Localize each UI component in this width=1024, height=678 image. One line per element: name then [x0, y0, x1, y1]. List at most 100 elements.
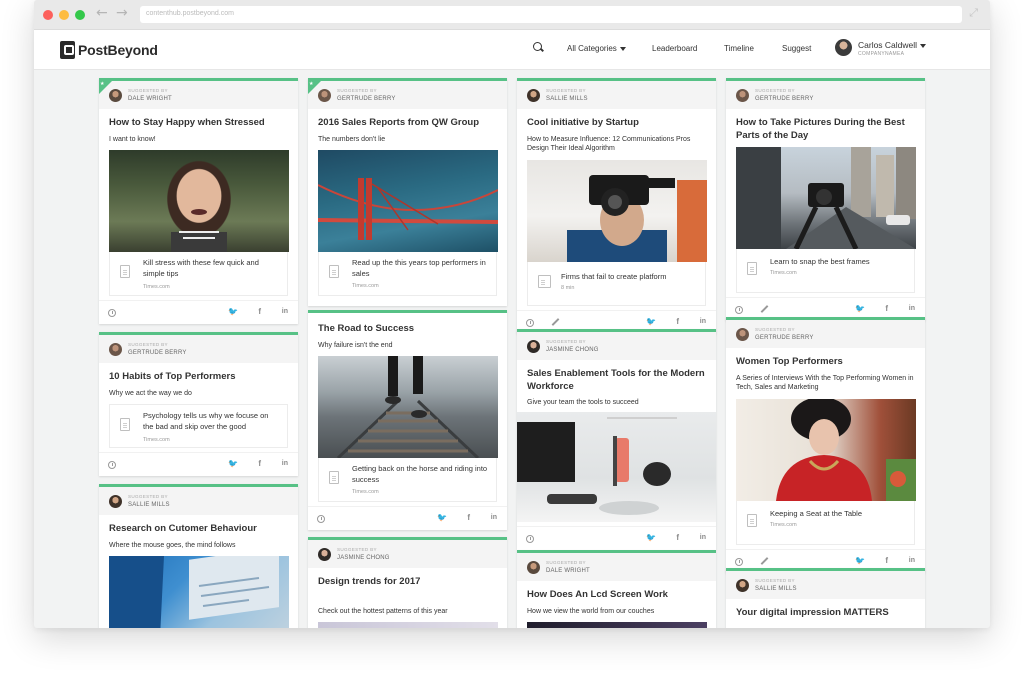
linkedin-icon[interactable]: in: [282, 460, 288, 467]
content-card[interactable]: SUGGESTED BY JASMINE CHONG Design trends…: [308, 537, 507, 628]
card-header: SUGGESTED BY GERTRUDE BERRY: [726, 81, 925, 109]
edit-pencil-icon[interactable]: [551, 317, 560, 326]
card-image[interactable]: [527, 159, 707, 262]
content-card[interactable]: SUGGESTED BY SALLIE MILLS Research on Cu…: [99, 484, 298, 628]
link-title: Kill stress with these few quick and sim…: [143, 258, 259, 278]
facebook-icon[interactable]: f: [885, 556, 888, 565]
twitter-icon[interactable]: 🐦: [228, 459, 238, 468]
schedule-clock-icon[interactable]: [108, 309, 116, 317]
twitter-icon[interactable]: 🐦: [646, 317, 656, 326]
twitter-icon[interactable]: 🐦: [437, 513, 447, 522]
address-bar[interactable]: contenthub.postbeyond.com: [140, 6, 962, 23]
content-card[interactable]: SUGGESTED BY GERTRUDE BERRY 2016 Sales R…: [308, 78, 507, 306]
content-card[interactable]: SUGGESTED BY GERTRUDE BERRY 10 Habits of…: [99, 332, 298, 476]
author-name: GERTRUDE BERRY: [128, 350, 187, 356]
link-title: Read up the this years top performers in…: [352, 258, 486, 278]
schedule-clock-icon[interactable]: [526, 318, 534, 327]
edit-pencil-icon[interactable]: [760, 556, 769, 565]
nav-leaderboard[interactable]: Leaderboard: [652, 44, 697, 53]
twitter-icon[interactable]: 🐦: [646, 533, 656, 542]
card-title[interactable]: How Does An Lcd Screen Work: [527, 589, 706, 602]
content-card[interactable]: SUGGESTED BY GERTRUDE BERRY How to Take …: [726, 78, 925, 321]
schedule-clock-icon[interactable]: [526, 534, 534, 543]
link-preview[interactable]: Psychology tells us why we focuse on the…: [109, 404, 288, 448]
schedule-clock-icon[interactable]: [108, 461, 116, 469]
card-title[interactable]: Design trends for 2017: [318, 576, 497, 589]
card-title[interactable]: How to Take Pictures During the Best Par…: [736, 117, 915, 142]
link-title: Learn to snap the best frames: [770, 257, 870, 266]
card-image[interactable]: [318, 150, 498, 252]
card-image[interactable]: [736, 398, 916, 501]
card-image[interactable]: [318, 622, 498, 628]
search-icon[interactable]: [533, 42, 542, 51]
user-menu[interactable]: Carlos Caldwell: [858, 40, 927, 50]
avatar: [527, 340, 540, 353]
card-image[interactable]: [736, 147, 916, 249]
card-image[interactable]: [517, 411, 716, 522]
schedule-clock-icon[interactable]: [317, 515, 325, 523]
twitter-icon[interactable]: 🐦: [855, 304, 865, 313]
content-card[interactable]: SUGGESTED BY DALE WRIGHT How to Stay Hap…: [99, 78, 298, 324]
close-window-button[interactable]: [43, 10, 53, 20]
card-note: Why we act the way we do: [109, 389, 192, 397]
link-preview[interactable]: Getting back on the horse and riding int…: [318, 458, 497, 502]
user-avatar[interactable]: [835, 39, 852, 56]
edit-pencil-icon[interactable]: [760, 305, 769, 313]
card-image[interactable]: [109, 150, 289, 252]
card-image[interactable]: [109, 556, 289, 628]
linkedin-icon[interactable]: in: [282, 308, 288, 315]
card-title[interactable]: 2016 Sales Reports from QW Group: [318, 117, 497, 130]
card-image[interactable]: [318, 356, 498, 458]
link-preview[interactable]: Firms that fail to create platform 8 min: [527, 261, 706, 306]
card-header: SUGGESTED BY GERTRUDE BERRY: [308, 81, 507, 109]
linkedin-icon[interactable]: in: [909, 305, 915, 312]
link-preview[interactable]: Learn to snap the best frames Times.com: [736, 249, 915, 293]
facebook-icon[interactable]: f: [676, 317, 679, 326]
schedule-clock-icon[interactable]: [735, 557, 743, 566]
content-card[interactable]: SUGGESTED BY SALLIE MILLS Cool initiativ…: [517, 78, 716, 334]
card-title[interactable]: Sales Enablement Tools for the Modern Wo…: [527, 368, 706, 393]
content-card[interactable]: The Road to Success Why failure isn't th…: [308, 310, 507, 530]
facebook-icon[interactable]: f: [885, 304, 888, 313]
link-preview[interactable]: Read up the this years top performers in…: [318, 252, 497, 296]
link-title: Psychology tells us why we focuse on the…: [143, 411, 269, 431]
content-card[interactable]: SUGGESTED BY JASMINE CHONG Sales Enablem…: [517, 329, 716, 550]
twitter-icon[interactable]: 🐦: [228, 307, 238, 316]
nav-all-categories[interactable]: All Categories: [567, 44, 626, 53]
card-title[interactable]: How to Stay Happy when Stressed: [109, 117, 288, 130]
linkedin-icon[interactable]: in: [700, 318, 706, 325]
facebook-icon[interactable]: f: [258, 459, 261, 468]
back-arrow-icon[interactable]: ←: [96, 5, 108, 21]
card-image[interactable]: [527, 622, 707, 628]
card-title[interactable]: Your digital impression MATTERS: [736, 607, 915, 620]
card-title[interactable]: Cool initiative by Startup: [527, 117, 706, 130]
nav-timeline[interactable]: Timeline: [724, 44, 754, 53]
content-card[interactable]: SUGGESTED BY SALLIE MILLS Your digital i…: [726, 568, 925, 628]
nav-suggest[interactable]: Suggest: [782, 44, 811, 53]
card-title[interactable]: 10 Habits of Top Performers: [109, 371, 288, 384]
linkedin-icon[interactable]: in: [700, 534, 706, 541]
content-card[interactable]: SUGGESTED BY GERTRUDE BERRY Women Top Pe…: [726, 317, 925, 573]
linkedin-icon[interactable]: in: [909, 557, 915, 564]
postbeyond-logo[interactable]: PostBeyond: [60, 41, 158, 59]
facebook-icon[interactable]: f: [676, 533, 679, 542]
suggested-by-label: SUGGESTED BY: [337, 88, 377, 93]
minimize-window-button[interactable]: [59, 10, 69, 20]
link-preview[interactable]: Kill stress with these few quick and sim…: [109, 252, 288, 296]
fullscreen-icon[interactable]: ⤢: [969, 6, 978, 20]
card-note: Check out the hottest patterns of this y…: [318, 607, 448, 615]
facebook-icon[interactable]: f: [467, 513, 470, 522]
linkedin-icon[interactable]: in: [491, 514, 497, 521]
card-title[interactable]: Women Top Performers: [736, 356, 915, 369]
document-icon: [120, 418, 130, 431]
card-title[interactable]: Research on Cutomer Behaviour: [109, 523, 288, 536]
avatar: [109, 89, 122, 102]
maximize-window-button[interactable]: [75, 10, 85, 20]
content-card[interactable]: SUGGESTED BY DALE WRIGHT How Does An Lcd…: [517, 550, 716, 628]
link-preview[interactable]: Keeping a Seat at the Table Times.com: [736, 500, 915, 545]
facebook-icon[interactable]: f: [258, 307, 261, 316]
schedule-clock-icon[interactable]: [735, 306, 743, 314]
card-title[interactable]: The Road to Success: [318, 323, 497, 336]
forward-arrow-icon[interactable]: →: [116, 5, 128, 21]
twitter-icon[interactable]: 🐦: [855, 556, 865, 565]
